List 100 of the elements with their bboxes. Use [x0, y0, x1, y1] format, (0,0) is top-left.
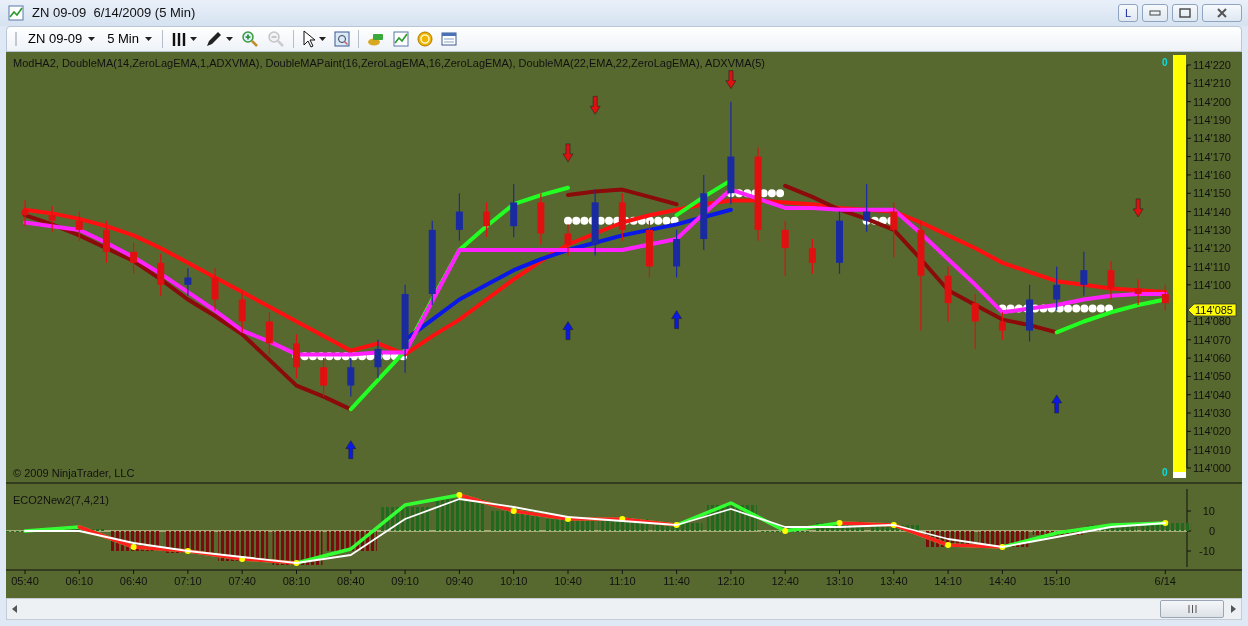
axis-label: 114'110 [1193, 260, 1231, 273]
window-button[interactable]: L [1117, 4, 1138, 22]
axis-label: 06:40 [119, 575, 148, 587]
chart-icon [393, 31, 409, 47]
candle [293, 333, 300, 379]
magnifier-icon [334, 31, 350, 47]
candle [944, 265, 952, 323]
candle [483, 201, 491, 238]
candle [211, 267, 219, 312]
coin-icon [417, 31, 433, 47]
candle [374, 339, 382, 379]
candle [265, 311, 273, 356]
axis-label: 13:10 [825, 575, 854, 587]
table-button[interactable] [441, 31, 457, 47]
candle [238, 289, 246, 334]
candle [510, 183, 518, 238]
axis-label: 07:10 [174, 575, 202, 587]
zoom-out-icon [267, 30, 285, 48]
pencil-button[interactable] [205, 31, 233, 47]
axis-label: 114'020 [1193, 425, 1231, 438]
axis-label: 114'050 [1193, 370, 1231, 383]
candle [1161, 284, 1169, 312]
axis-label: 114'000 [1193, 462, 1231, 474]
instrument-dropdown[interactable]: ZN 09-09 [26, 29, 98, 49]
axis-label: 11:40 [663, 575, 690, 587]
axis-label: 0 [1208, 525, 1215, 537]
zoom-in-button[interactable] [241, 30, 259, 48]
bar-type-button[interactable] [171, 31, 197, 47]
axis-label: 10 [1202, 505, 1215, 517]
coin-button[interactable] [417, 31, 433, 47]
axis-label: 114'190 [1193, 113, 1231, 126]
right-arrow-icon [1228, 604, 1238, 614]
period-dropdown[interactable]: 5 Min [105, 29, 154, 49]
bar-label: 0 [1162, 57, 1168, 68]
window-title: ZN 09-09 6/14/2009 (5 Min) [32, 4, 196, 23]
candle [808, 238, 816, 275]
grip-icon [1187, 605, 1197, 613]
candle [347, 357, 355, 398]
candle [21, 199, 29, 227]
axis-label: 06:10 [65, 575, 94, 587]
candle [781, 220, 789, 277]
caret-icon [88, 37, 96, 41]
candle [618, 192, 626, 242]
candle [1053, 265, 1061, 312]
axis-label: -10 [1199, 545, 1215, 557]
axis-label: 13:40 [880, 575, 908, 587]
chart-legend: ModHA2, DoubleMA(14,ZeroLagEMA,1,ADXVMA), DoubleMAPaint(16,ZeroLagEMA,16,ZeroLagEMA), DoubleMA(22,EMA,22,ZeroLagEMA), ADXVMA(5) [13, 57, 765, 69]
candle [673, 229, 681, 279]
axis-label: 114'180 [1193, 132, 1231, 145]
axis-label: 114'030 [1193, 407, 1231, 420]
bars-icon [171, 31, 187, 47]
caret-icon [145, 37, 152, 41]
table-icon [441, 31, 457, 47]
candle [1026, 284, 1034, 343]
candle [48, 205, 56, 233]
money-icon [367, 31, 385, 47]
strategy-button[interactable] [367, 31, 385, 47]
candle [645, 220, 653, 279]
caret-icon [226, 37, 233, 41]
candle [157, 253, 165, 297]
candle [591, 188, 599, 257]
pointer-icon [302, 30, 316, 48]
axis-label: 10:40 [554, 575, 582, 587]
axis-label: 114'210 [1193, 77, 1231, 90]
axis-label: 114'010 [1193, 443, 1231, 456]
properties-button[interactable] [334, 31, 350, 47]
axis-label: 114'150 [1193, 187, 1231, 200]
axis-label: 14:40 [988, 575, 1017, 587]
minimize-button[interactable] [1142, 4, 1168, 22]
axis-label: 114'140 [1193, 205, 1231, 218]
axis-label: 114'160 [1193, 168, 1231, 181]
candle [130, 242, 138, 275]
candle [1134, 278, 1142, 306]
candle [102, 220, 110, 264]
candle [863, 183, 871, 233]
scrollbar[interactable] [6, 598, 1242, 620]
chart-button[interactable] [393, 31, 409, 47]
axis-label: 114'170 [1193, 150, 1231, 163]
axis-label: 114'120 [1193, 242, 1231, 255]
pointer-button[interactable] [302, 30, 326, 48]
axis-label: 08:40 [337, 575, 365, 587]
axis-label: 11:10 [608, 575, 636, 587]
axis-label: 114'200 [1193, 95, 1231, 108]
candle [537, 192, 545, 246]
scrollbar-thumb[interactable] [1160, 600, 1224, 618]
close-button[interactable] [1202, 4, 1242, 22]
axis-label: 12:10 [717, 575, 745, 587]
axis-label: 05:40 [11, 575, 39, 587]
maximize-icon [1179, 8, 1191, 18]
candle [184, 267, 192, 297]
close-icon [1217, 8, 1227, 18]
candle [971, 293, 979, 350]
axis-label: 09:10 [391, 575, 419, 587]
axis-label: 10:10 [499, 575, 528, 587]
bar-label: 0 [1162, 467, 1168, 478]
maximize-button[interactable] [1172, 4, 1198, 22]
axis-label: 114'130 [1193, 223, 1231, 236]
minimize-icon [1149, 10, 1161, 16]
candle [836, 210, 843, 275]
candle [564, 223, 572, 257]
